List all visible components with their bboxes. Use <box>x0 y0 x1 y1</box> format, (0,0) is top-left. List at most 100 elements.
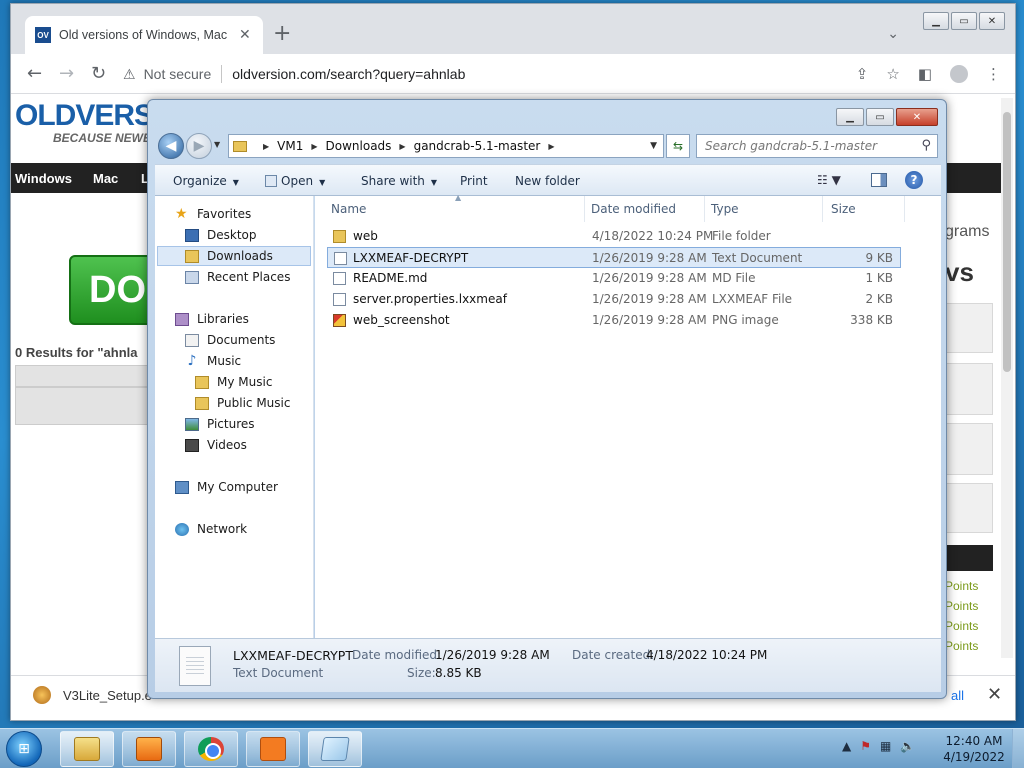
nav-public-music[interactable]: Public Music <box>195 393 290 413</box>
search-input[interactable]: Search gandcrab-5.1-master ⚲ <box>696 134 938 158</box>
column-header-size[interactable]: Size <box>825 196 905 222</box>
start-button[interactable]: ⊞ <box>6 731 42 767</box>
reload-icon[interactable]: ↻ <box>91 63 106 84</box>
print-button[interactable]: Print <box>460 174 488 188</box>
show-all-link[interactable]: all <box>951 688 964 703</box>
chevron-right-icon[interactable]: ▶ <box>311 142 317 151</box>
address-history-chevron-icon[interactable]: ▼ <box>650 141 657 151</box>
breadcrumb-vm1[interactable]: VM1 <box>277 139 303 153</box>
results-filter-bar[interactable] <box>15 365 155 387</box>
results-filter-row[interactable] <box>15 387 155 425</box>
points-link[interactable]: Points <box>945 579 978 593</box>
back-arrow-icon[interactable]: ← <box>27 63 42 84</box>
nav-documents[interactable]: Documents <box>185 330 275 350</box>
close-button[interactable]: ✕ <box>979 12 1005 30</box>
taskbar-explorer[interactable] <box>60 731 114 767</box>
site-favicon: OV <box>35 27 51 43</box>
sidebar-card[interactable] <box>945 423 993 475</box>
sidebar-card[interactable] <box>945 363 993 415</box>
new-folder-button[interactable]: New folder <box>515 174 580 188</box>
refresh-icon[interactable]: ⇆ <box>666 134 690 158</box>
organize-button[interactable]: Organize ▼ <box>173 174 239 188</box>
address-bar[interactable]: ⚠ Not secure oldversion.com/search?query… <box>123 60 883 88</box>
close-tab-icon[interactable]: ✕ <box>239 27 251 43</box>
nav-pictures[interactable]: Pictures <box>185 414 255 434</box>
page-scrollbar[interactable] <box>1001 98 1013 658</box>
taskbar-xampp[interactable] <box>246 731 300 767</box>
nav-desktop[interactable]: Desktop <box>185 225 257 245</box>
recent-pages-chevron-icon[interactable]: ▼ <box>214 140 220 149</box>
menu-kebab-icon[interactable]: ⋮ <box>986 65 1001 83</box>
side-panel-icon[interactable]: ◧ <box>918 65 932 83</box>
column-header-name[interactable]: Name ▲ <box>325 193 585 222</box>
scrollbar-thumb[interactable] <box>1003 112 1011 372</box>
taskbar-chrome[interactable] <box>184 731 238 767</box>
column-header-type[interactable]: Type <box>705 196 823 222</box>
change-view-icon[interactable]: ☷ ▼ <box>817 173 841 187</box>
maximize-button[interactable]: ▭ <box>866 108 894 126</box>
file-row-lxxmeaf-decrypt[interactable]: LXXMEAF-DECRYPT 1/26/2019 9:28 AM Text D… <box>327 247 901 268</box>
tray-expand-icon[interactable]: ▲ <box>842 739 851 753</box>
points-link[interactable]: Points <box>945 619 978 633</box>
points-link[interactable]: Points <box>945 639 978 653</box>
nav-recent-places[interactable]: Recent Places <box>185 267 290 287</box>
nav-my-music[interactable]: My Music <box>195 372 272 392</box>
downloads-folder-icon <box>185 249 199 263</box>
bookmark-star-icon[interactable]: ☆ <box>886 65 899 83</box>
taskbar-media-player[interactable] <box>122 731 176 767</box>
forward-arrow-icon[interactable]: ▶ <box>186 133 212 159</box>
forward-arrow-icon[interactable]: → <box>59 63 74 84</box>
nav-libraries[interactable]: Libraries <box>175 309 249 329</box>
file-row-web-screenshot[interactable]: web_screenshot 1/26/2019 9:28 AM PNG ima… <box>327 310 901 331</box>
breadcrumb-gandcrab[interactable]: gandcrab-5.1-master <box>414 139 541 153</box>
preview-pane-icon[interactable] <box>871 173 887 187</box>
nav-music[interactable]: ♪ Music <box>185 351 242 371</box>
close-shelf-icon[interactable]: ✕ <box>987 684 1002 705</box>
warning-icon: ⚠ <box>123 65 136 82</box>
sidebar-card[interactable] <box>945 303 993 353</box>
documents-icon <box>185 333 199 347</box>
download-filename[interactable]: V3Lite_Setup.e <box>63 688 152 703</box>
show-desktop-button[interactable] <box>1012 729 1024 768</box>
nav-favorites[interactable]: ★ Favorites <box>175 204 251 224</box>
share-with-button[interactable]: Share with ▼ <box>361 174 437 188</box>
file-row-readme[interactable]: README.md 1/26/2019 9:28 AM MD File 1 KB <box>327 268 901 289</box>
chevron-right-icon[interactable]: ▶ <box>548 142 554 151</box>
nav-videos[interactable]: Videos <box>185 435 247 455</box>
help-icon[interactable]: ? <box>905 171 923 189</box>
volume-icon[interactable]: 🔈 <box>900 739 915 753</box>
chevron-right-icon[interactable]: ▶ <box>399 142 405 151</box>
nav-downloads[interactable]: Downloads <box>157 246 311 266</box>
tab-search-chevron-icon[interactable]: ⌄ <box>887 26 899 42</box>
clock[interactable]: 12:40 AM 4/19/2022 <box>942 733 1006 765</box>
site-nav-windows[interactable]: Windows <box>15 171 72 186</box>
minimize-button[interactable]: ▁ <box>836 108 864 126</box>
site-logo[interactable]: OLDVERS <box>15 99 154 133</box>
network-tray-icon[interactable]: ▦ <box>880 739 891 753</box>
nav-my-computer[interactable]: My Computer <box>175 477 278 497</box>
close-button[interactable]: ✕ <box>896 108 938 126</box>
browser-tab[interactable]: OV Old versions of Windows, Mac ar ✕ <box>25 16 263 54</box>
search-icon[interactable]: ⚲ <box>921 138 931 153</box>
breadcrumb[interactable]: ▶ VM1 ▶ Downloads ▶ gandcrab-5.1-master … <box>228 134 664 158</box>
share-icon[interactable]: ⇪ <box>856 65 869 83</box>
action-center-flag-icon[interactable]: ⚑ <box>860 739 871 753</box>
nav-network[interactable]: Network <box>175 519 247 539</box>
chevron-right-icon[interactable]: ▶ <box>263 142 269 151</box>
maximize-button[interactable]: ▭ <box>951 12 977 30</box>
site-nav-mac[interactable]: Mac <box>93 171 118 186</box>
breadcrumb-downloads[interactable]: Downloads <box>326 139 392 153</box>
pictures-icon <box>185 417 199 431</box>
sidebar-card[interactable] <box>945 483 993 533</box>
file-row-web[interactable]: web 4/18/2022 10:24 PM File folder <box>327 226 901 247</box>
file-row-server-properties[interactable]: server.properties.lxxmeaf 1/26/2019 9:28… <box>327 289 901 310</box>
open-button[interactable]: Open ▼ <box>265 174 325 188</box>
profile-avatar-icon[interactable] <box>950 65 968 83</box>
download-file-icon <box>33 686 51 704</box>
minimize-button[interactable]: ▁ <box>923 12 949 30</box>
taskbar-notepad[interactable] <box>308 731 362 767</box>
back-arrow-icon[interactable]: ◀ <box>158 133 184 159</box>
points-link[interactable]: Points <box>945 599 978 613</box>
new-tab-icon[interactable]: + <box>273 23 291 45</box>
column-header-date-modified[interactable]: Date modified <box>585 196 705 222</box>
